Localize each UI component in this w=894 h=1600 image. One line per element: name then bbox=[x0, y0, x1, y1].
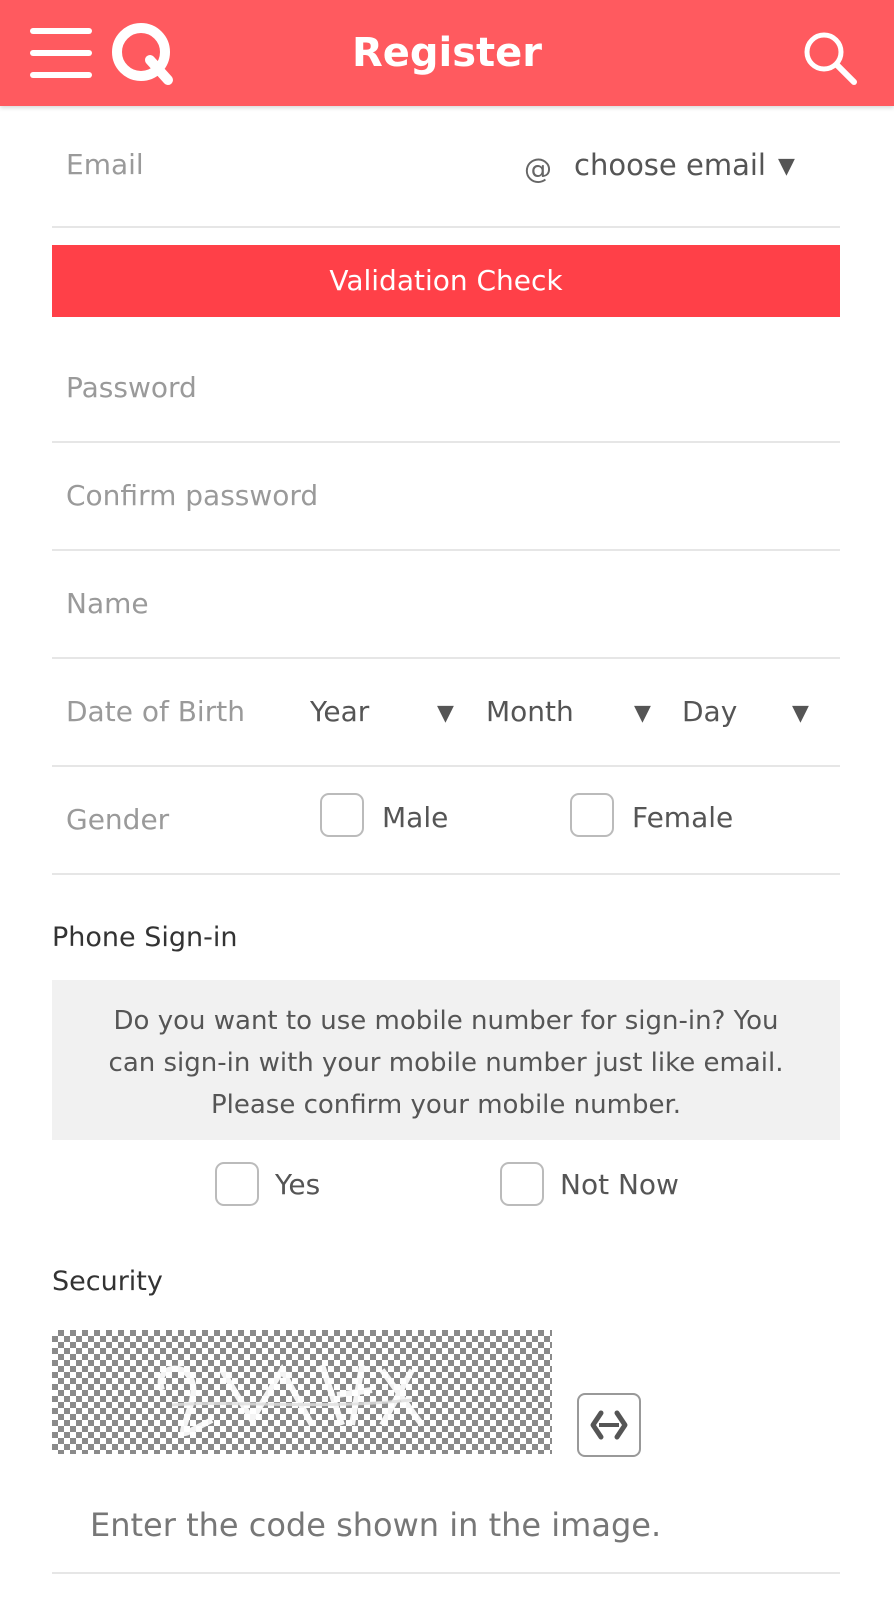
app-header: Register bbox=[0, 0, 894, 106]
chevron-down-icon[interactable]: ▼ bbox=[778, 154, 795, 179]
chevron-down-icon[interactable]: ▼ bbox=[437, 701, 454, 726]
at-sign: @ bbox=[524, 152, 552, 185]
phone-signin-title: Phone Sign-in bbox=[52, 922, 238, 953]
search-icon[interactable] bbox=[800, 28, 860, 88]
phone-signin-info: Do you want to use mobile number for sig… bbox=[52, 980, 840, 1140]
name-input[interactable]: Name bbox=[66, 587, 149, 620]
not-now-label: Not Now bbox=[560, 1168, 679, 1201]
date-of-birth-row: Date of Birth Year ▼ Month ▼ Day ▼ bbox=[52, 659, 840, 767]
info-line: can sign-in with your mobile number just… bbox=[108, 1048, 784, 1078]
gender-label: Gender bbox=[66, 803, 170, 836]
confirm-password-row: Confirm password bbox=[52, 443, 840, 551]
email-row: Email @ choose email ▼ bbox=[52, 106, 840, 228]
male-checkbox[interactable] bbox=[320, 793, 364, 837]
gender-row: Gender Male Female bbox=[52, 767, 840, 875]
security-title: Security bbox=[52, 1266, 163, 1297]
menu-icon[interactable] bbox=[30, 26, 92, 80]
validation-check-button[interactable]: Validation Check bbox=[52, 245, 840, 317]
female-label: Female bbox=[632, 801, 734, 834]
confirm-password-input[interactable]: Confirm password bbox=[66, 479, 318, 512]
name-row: Name bbox=[52, 551, 840, 659]
chevron-down-icon[interactable]: ▼ bbox=[792, 701, 809, 726]
info-line: Please confirm your mobile number. bbox=[210, 1090, 682, 1120]
year-select[interactable]: Year bbox=[310, 695, 369, 728]
month-select[interactable]: Month bbox=[486, 695, 574, 728]
captcha-input-row: Enter the code shown in the image. bbox=[52, 1480, 840, 1574]
male-label: Male bbox=[382, 801, 449, 834]
refresh-captcha-button[interactable] bbox=[577, 1393, 641, 1457]
female-checkbox[interactable] bbox=[570, 793, 614, 837]
captcha-glyphs bbox=[157, 1363, 425, 1437]
refresh-icon bbox=[590, 1410, 628, 1440]
dob-label: Date of Birth bbox=[66, 695, 245, 728]
email-input[interactable]: Email bbox=[66, 148, 144, 181]
chevron-down-icon[interactable]: ▼ bbox=[634, 701, 651, 726]
captcha-image bbox=[52, 1330, 552, 1454]
info-line: Do you want to use mobile number for sig… bbox=[113, 1006, 779, 1036]
day-select[interactable]: Day bbox=[682, 695, 737, 728]
password-input[interactable]: Password bbox=[66, 371, 197, 404]
yes-checkbox[interactable] bbox=[215, 1162, 259, 1206]
email-domain-select[interactable]: choose email bbox=[574, 148, 766, 182]
q-logo-icon[interactable] bbox=[110, 22, 176, 86]
not-now-checkbox[interactable] bbox=[500, 1162, 544, 1206]
captcha-input[interactable]: Enter the code shown in the image. bbox=[90, 1506, 661, 1544]
password-row: Password bbox=[52, 335, 840, 443]
yes-label: Yes bbox=[275, 1168, 321, 1201]
